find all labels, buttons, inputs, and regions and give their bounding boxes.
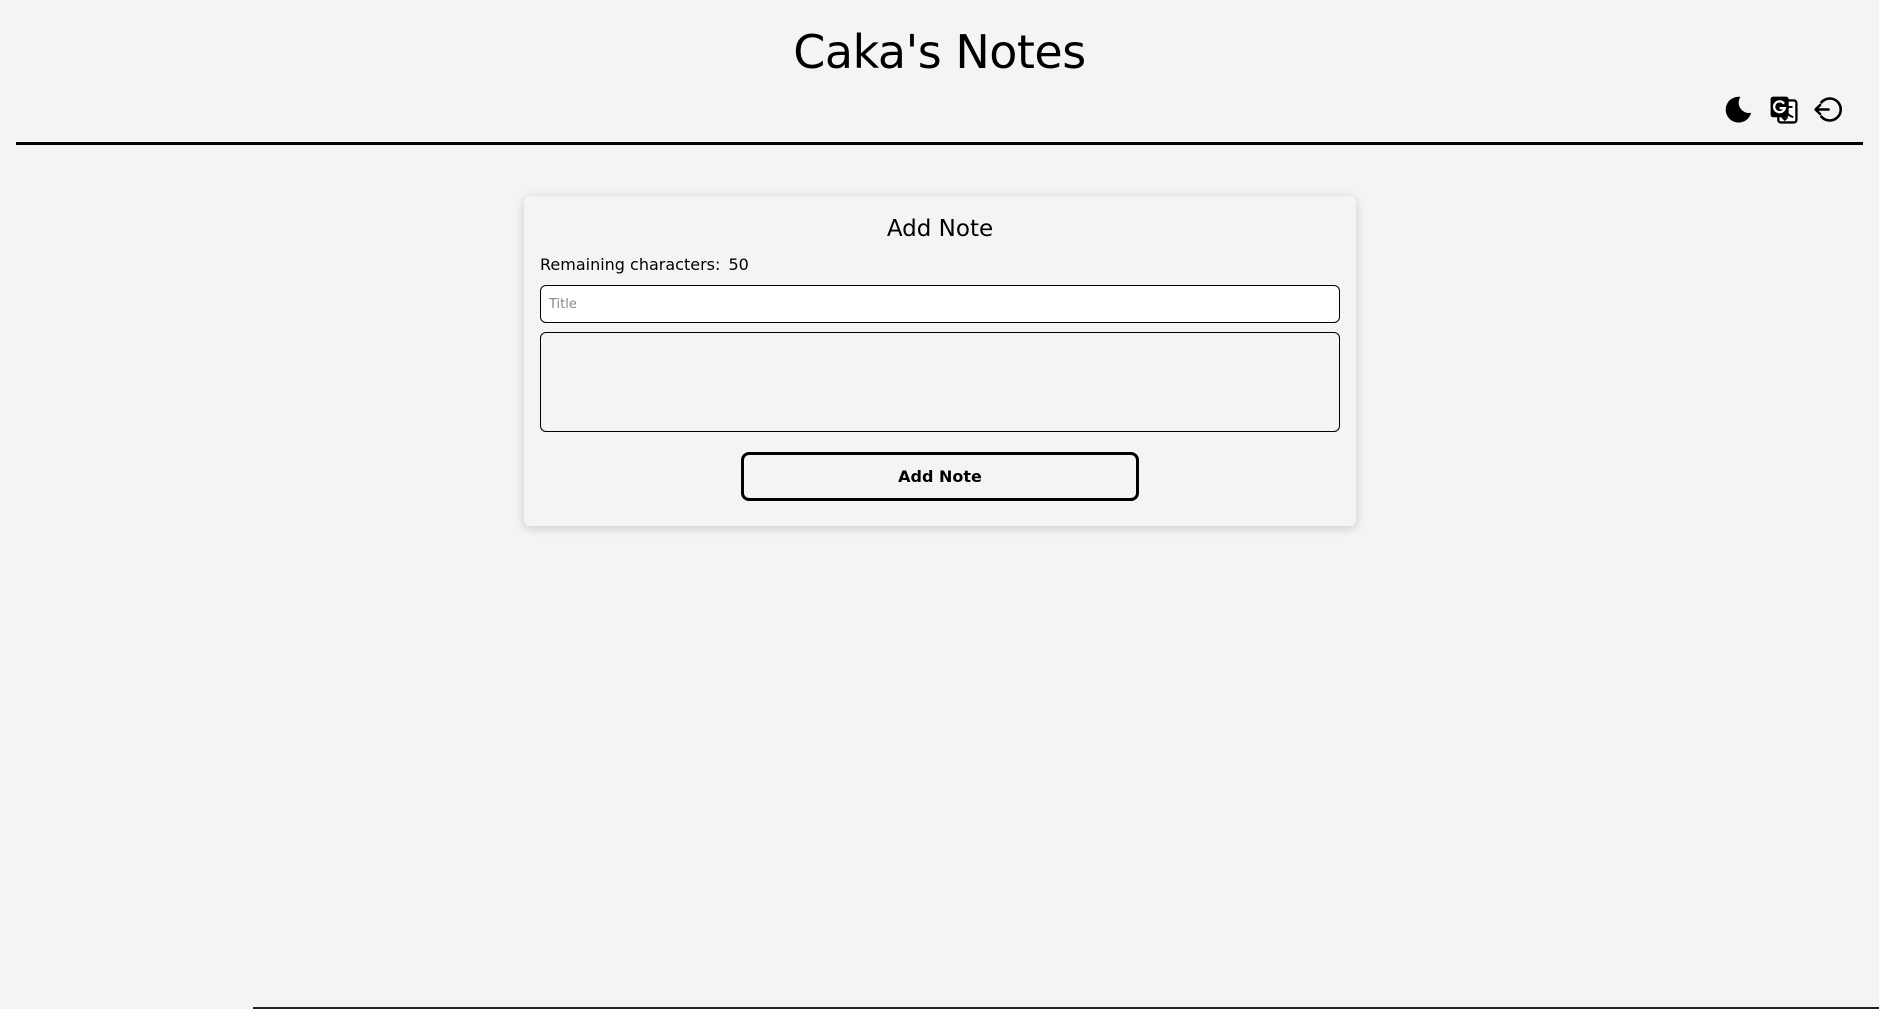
remaining-count: 50 (728, 255, 749, 274)
note-body-textarea[interactable] (540, 332, 1340, 432)
header-divider (16, 142, 1863, 145)
add-note-card: Add Note Remaining characters: 50 Add No… (524, 196, 1356, 526)
header-toolbar (1723, 94, 1844, 125)
dark-mode-button[interactable] (1723, 94, 1754, 125)
translate-icon (1768, 94, 1799, 125)
remaining-label: Remaining characters: (540, 255, 721, 274)
logout-button[interactable] (1813, 94, 1844, 125)
add-note-heading: Add Note (886, 216, 994, 242)
title-input[interactable] (540, 285, 1340, 323)
translate-button[interactable] (1768, 94, 1799, 125)
moon-icon (1723, 94, 1754, 125)
remaining-characters: Remaining characters: 50 (540, 254, 1340, 276)
app-header: Caka's Notes (0, 0, 1879, 146)
add-note-button[interactable]: Add Note (741, 452, 1139, 501)
logout-icon (1813, 94, 1844, 125)
app-root: Caka's Notes Add Note Remaining characte… (0, 0, 1879, 1009)
app-title: Caka's Notes (793, 25, 1086, 79)
